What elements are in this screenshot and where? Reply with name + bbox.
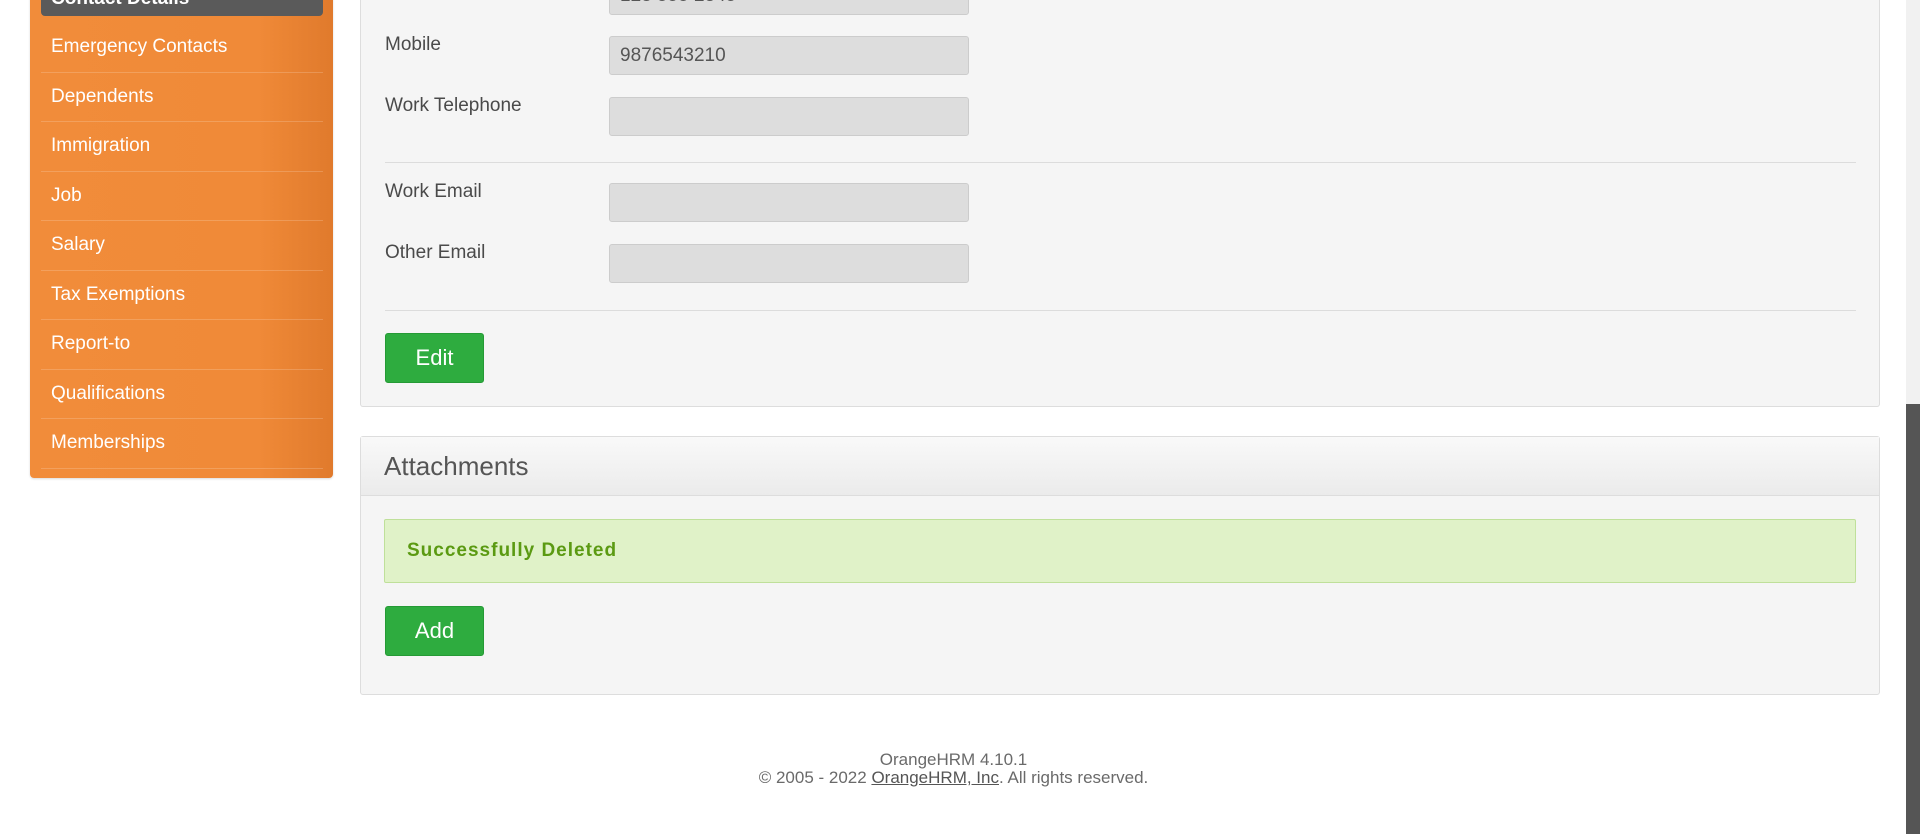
divider [385, 162, 1856, 163]
sidebar-item-dependents[interactable]: Dependents [41, 73, 323, 122]
sidebar-item-qualifications[interactable]: Qualifications [41, 370, 323, 419]
add-attachment-button[interactable]: Add [385, 606, 484, 656]
other-email-label: Other Email [385, 242, 486, 263]
attachments-title: Attachments [361, 437, 1879, 496]
scrollbar-thumb[interactable] [1906, 404, 1920, 834]
sidebar-item-report-to[interactable]: Report-to [41, 320, 323, 370]
sidebar-menu: Contact Details Emergency Contacts Depen… [30, 0, 333, 478]
footer: OrangeHRM 4.10.1 © 2005 - 2022 OrangeHRM… [360, 751, 1547, 787]
sidebar-item-tax-exemptions[interactable]: Tax Exemptions [41, 271, 323, 320]
attachments-panel: Attachments Successfully Deleted Add [360, 436, 1880, 695]
mobile-label: Mobile [385, 34, 441, 55]
edit-button[interactable]: Edit [385, 333, 484, 383]
sidebar-item-emergency-contacts[interactable]: Emergency Contacts [41, 23, 323, 73]
work-telephone-field[interactable] [609, 97, 969, 136]
home-telephone-field[interactable] [609, 0, 969, 15]
success-message: Successfully Deleted [384, 519, 1856, 583]
divider [385, 310, 1856, 311]
copyright-prefix: © 2005 - 2022 [758, 768, 872, 787]
page: Contact Details Emergency Contacts Depen… [0, 0, 1920, 834]
sidebar-item-contact-details[interactable]: Contact Details [41, 0, 323, 16]
work-email-field[interactable] [609, 183, 969, 222]
company-link[interactable]: OrangeHRM, Inc [871, 768, 999, 787]
footer-version: OrangeHRM 4.10.1 [879, 750, 1028, 769]
other-email-field[interactable] [609, 244, 969, 283]
sidebar-list: Emergency Contacts Dependents Immigratio… [41, 23, 323, 469]
work-telephone-label: Work Telephone [385, 95, 522, 116]
copyright-suffix: . All rights reserved. [998, 768, 1149, 787]
contact-details-panel: Mobile Work Telephone Work Email Other E… [360, 0, 1880, 407]
footer-copyright: © 2005 - 2022 OrangeHRM, Inc. All rights… [360, 769, 1547, 787]
sidebar-item-job[interactable]: Job [41, 172, 323, 221]
sidebar-item-immigration[interactable]: Immigration [41, 122, 323, 172]
work-email-label: Work Email [385, 181, 482, 202]
sidebar-item-memberships[interactable]: Memberships [41, 419, 323, 469]
sidebar-item-label: Contact Details [51, 0, 189, 9]
sidebar-item-salary[interactable]: Salary [41, 221, 323, 271]
mobile-field[interactable] [609, 36, 969, 75]
